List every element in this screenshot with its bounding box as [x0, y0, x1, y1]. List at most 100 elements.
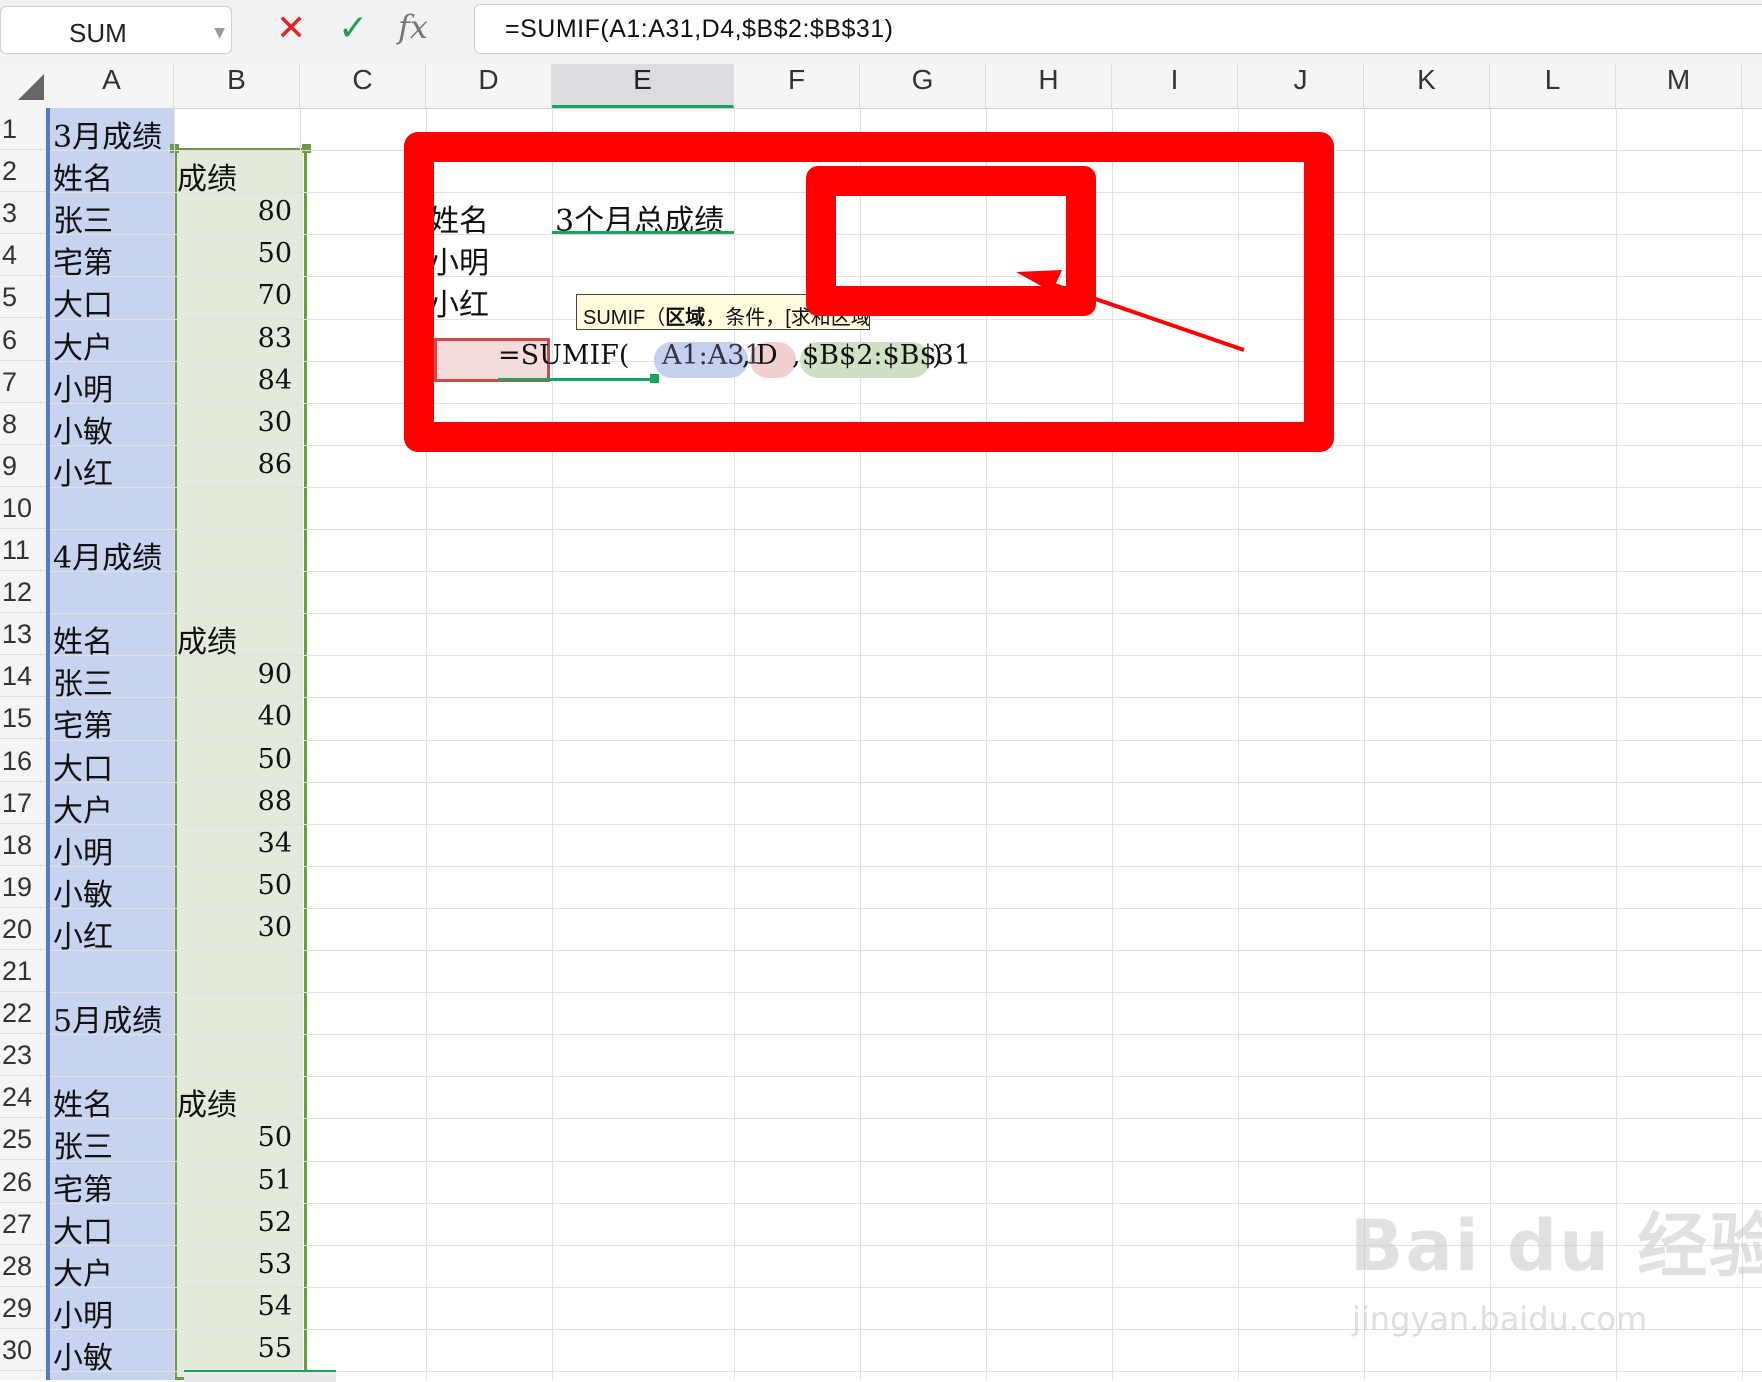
cell-a3[interactable]: 张三: [53, 196, 113, 240]
cell-b26[interactable]: 51: [174, 1165, 292, 1196]
cell-a14[interactable]: 张三: [53, 659, 113, 703]
fx-icon[interactable]: fx: [398, 8, 428, 46]
row-header-5[interactable]: 5: [0, 276, 50, 319]
cell-b24[interactable]: 成绩: [177, 1080, 237, 1124]
cell-b7[interactable]: 84: [174, 365, 292, 396]
cancel-icon[interactable]: ✕: [276, 8, 306, 49]
cell-a9[interactable]: 小红: [53, 449, 113, 493]
cell-a28[interactable]: 大户: [53, 1249, 113, 1293]
row-header-10[interactable]: 10: [0, 487, 50, 529]
cell-a19[interactable]: 小敏: [53, 870, 113, 914]
cell-a17[interactable]: 大户: [53, 786, 113, 830]
cell-a18[interactable]: 小明: [53, 828, 113, 872]
row-header-6[interactable]: 6: [0, 319, 50, 361]
row-header-18[interactable]: 18: [0, 824, 50, 866]
cell-b17[interactable]: 88: [174, 786, 292, 817]
cell-b27[interactable]: 52: [174, 1207, 292, 1238]
row-header-16[interactable]: 16: [0, 740, 50, 782]
range-handle[interactable]: [302, 144, 311, 153]
cell-b2[interactable]: 成绩: [177, 154, 237, 198]
cell-a15[interactable]: 宅第: [53, 701, 113, 745]
row-header-3[interactable]: 3: [0, 192, 50, 235]
column-header-l[interactable]: L: [1490, 64, 1616, 108]
row-header-17[interactable]: 17: [0, 782, 50, 824]
row-header-12[interactable]: 12: [0, 571, 50, 614]
chevron-down-icon[interactable]: ▼: [214, 25, 225, 41]
row-header-1[interactable]: 1: [0, 108, 50, 151]
cell-b18[interactable]: 34: [174, 828, 292, 859]
row-header-19[interactable]: 19: [0, 866, 50, 908]
select-all-icon[interactable]: [18, 74, 44, 100]
formula-input[interactable]: =SUMIF(A1:A31,D4,$B$2:$B$31): [474, 4, 1762, 54]
column-header-g[interactable]: G: [860, 64, 986, 108]
cell-a1[interactable]: 3月成绩: [53, 112, 162, 156]
row-header-4[interactable]: 4: [0, 234, 50, 277]
column-header-b[interactable]: B: [174, 64, 300, 108]
check-icon[interactable]: ✓: [338, 8, 368, 49]
cell-a4[interactable]: 宅第: [53, 238, 113, 282]
cell-b20[interactable]: 30: [174, 912, 292, 943]
cell-b8[interactable]: 30: [174, 407, 292, 438]
cell-a20[interactable]: 小红: [53, 912, 113, 956]
cell-b15[interactable]: 40: [174, 701, 292, 732]
row-header-15[interactable]: 15: [0, 697, 50, 740]
sheet-tab-indicator[interactable]: [184, 1370, 336, 1382]
cell-a7[interactable]: 小明: [53, 365, 113, 409]
cell-b25[interactable]: 50: [174, 1122, 292, 1153]
column-header-f[interactable]: F: [734, 64, 860, 108]
column-header-d[interactable]: D: [426, 64, 552, 108]
row-header-20[interactable]: 20: [0, 908, 50, 950]
row-header-11[interactable]: 11: [0, 529, 50, 572]
row-header-27[interactable]: 27: [0, 1203, 50, 1245]
column-header-h[interactable]: H: [986, 64, 1112, 108]
row-header-8[interactable]: 8: [0, 403, 50, 445]
column-header-k[interactable]: K: [1364, 64, 1490, 108]
cell-b28[interactable]: 53: [174, 1249, 292, 1280]
cell-b6[interactable]: 83: [174, 323, 292, 354]
row-header-7[interactable]: 7: [0, 361, 50, 403]
cell-b16[interactable]: 50: [174, 744, 292, 775]
name-box[interactable]: SUM ▼: [0, 6, 232, 54]
row-header-24[interactable]: 24: [0, 1076, 50, 1119]
row-header-21[interactable]: 21: [0, 950, 50, 993]
cell-a5[interactable]: 大口: [53, 280, 113, 324]
column-header-a[interactable]: A: [50, 64, 174, 108]
cell-a6[interactable]: 大户: [53, 323, 113, 367]
row-header-30[interactable]: 30: [0, 1329, 50, 1371]
cell-b14[interactable]: 90: [174, 659, 292, 690]
cell-a11[interactable]: 4月成绩: [53, 533, 162, 577]
row-header-9[interactable]: 9: [0, 445, 50, 487]
cell-b29[interactable]: 54: [174, 1291, 292, 1322]
row-header-14[interactable]: 14: [0, 655, 50, 698]
column-header-m[interactable]: M: [1616, 64, 1742, 108]
cell-b4[interactable]: 50: [174, 238, 292, 269]
cell-b3[interactable]: 80: [174, 196, 292, 227]
row-header-29[interactable]: 29: [0, 1287, 50, 1329]
cell-b19[interactable]: 50: [174, 870, 292, 901]
cell-a13[interactable]: 姓名: [53, 617, 113, 661]
row-header-28[interactable]: 28: [0, 1245, 50, 1287]
column-header-c[interactable]: C: [300, 64, 426, 108]
row-header-26[interactable]: 26: [0, 1161, 50, 1203]
row-header-22[interactable]: 22: [0, 992, 50, 1035]
cell-a25[interactable]: 张三: [53, 1122, 113, 1166]
cell-b13[interactable]: 成绩: [177, 617, 237, 661]
cell-a22[interactable]: 5月成绩: [53, 996, 162, 1040]
row-header-25[interactable]: 25: [0, 1118, 50, 1161]
cell-a16[interactable]: 大口: [53, 744, 113, 788]
cell-b30[interactable]: 55: [174, 1333, 292, 1364]
column-header-e[interactable]: E: [552, 64, 734, 108]
cell-a26[interactable]: 宅第: [53, 1165, 113, 1209]
cell-a29[interactable]: 小明: [53, 1291, 113, 1335]
cell-b9[interactable]: 86: [174, 449, 292, 480]
row-header-2[interactable]: 2: [0, 150, 50, 193]
cell-a24[interactable]: 姓名: [53, 1080, 113, 1124]
cell-a30[interactable]: 小敏: [53, 1333, 113, 1377]
cell-b5[interactable]: 70: [174, 280, 292, 311]
row-header-23[interactable]: 23: [0, 1034, 50, 1077]
row-header-13[interactable]: 13: [0, 613, 50, 656]
column-header-i[interactable]: I: [1112, 64, 1238, 108]
cell-a8[interactable]: 小敏: [53, 407, 113, 451]
column-header-j[interactable]: J: [1238, 64, 1364, 108]
cell-a2[interactable]: 姓名: [53, 154, 113, 198]
